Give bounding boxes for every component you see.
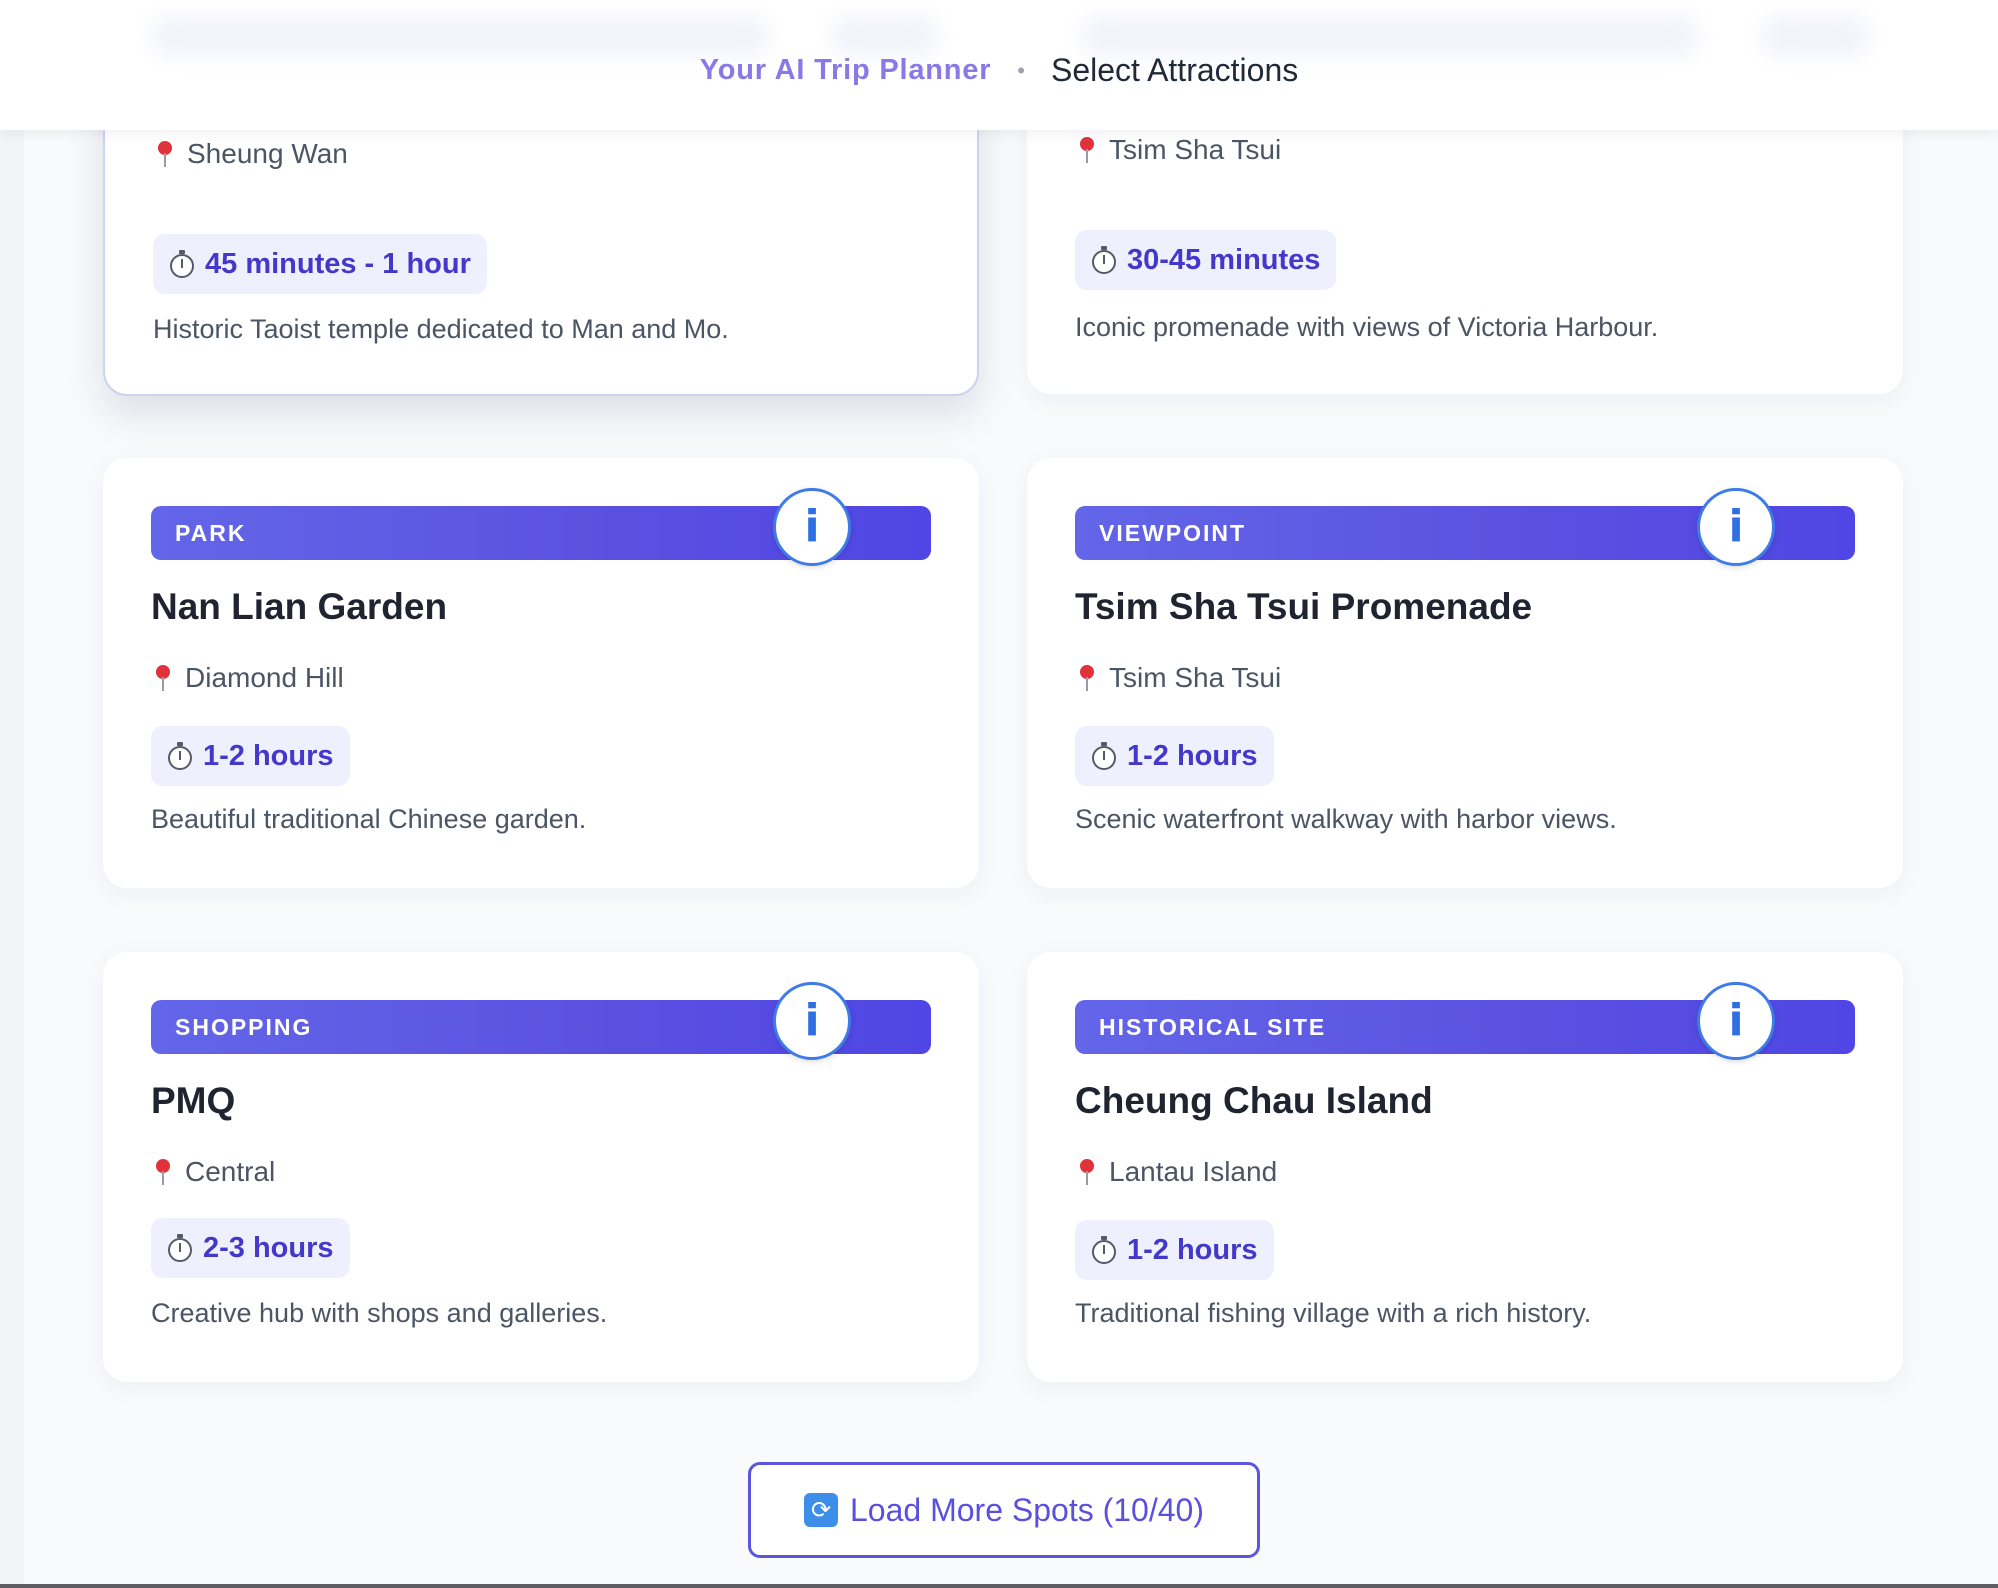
header-blur-decoration <box>1080 16 1700 56</box>
location-row: Tsim Sha Tsui <box>1075 662 1281 694</box>
duration-text: 1-2 hours <box>1127 1233 1258 1266</box>
window-bottom-border <box>0 1584 1998 1588</box>
stopwatch-icon <box>167 1234 193 1262</box>
info-button[interactable]: i <box>1697 488 1775 566</box>
location-pin-icon <box>1075 135 1099 165</box>
location-row: Sheung Wan <box>153 138 348 170</box>
load-more-button[interactable]: ⟳ Load More Spots (10/40) <box>748 1462 1260 1558</box>
stopwatch-icon <box>1091 246 1117 274</box>
duration-badge: 45 minutes - 1 hour <box>153 234 487 294</box>
info-icon: i <box>1728 995 1744 1046</box>
category-bar: HISTORICAL SITE i <box>1075 982 1855 1060</box>
page-title: Select Attractions <box>1051 52 1299 88</box>
duration-badge: 1-2 hours <box>1075 1220 1274 1280</box>
attraction-card[interactable]: VIEWPOINT i Tsim Sha Tsui Promenade Tsim… <box>1027 458 1903 888</box>
category-bar: PARK i <box>151 488 931 566</box>
card-location: Sheung Wan <box>187 138 348 169</box>
category-label: SHOPPING <box>175 1014 313 1040</box>
location-row: Diamond Hill <box>151 662 344 694</box>
top-header: Your AI Trip Planner • Select Attraction… <box>0 0 1998 130</box>
category-bar: SHOPPING i <box>151 982 931 1060</box>
stopwatch-icon <box>1091 742 1117 770</box>
category-bar: VIEWPOINT i <box>1075 488 1855 566</box>
breadcrumb: Your AI Trip Planner • Select Attraction… <box>0 52 1998 89</box>
category-label: HISTORICAL SITE <box>1099 1014 1327 1040</box>
info-icon: i <box>804 995 820 1046</box>
stopwatch-icon <box>167 742 193 770</box>
card-description: Scenic waterfront walkway with harbor vi… <box>1075 804 1617 834</box>
duration-badge: 1-2 hours <box>151 726 350 786</box>
duration-text: 30-45 minutes <box>1127 243 1321 276</box>
category-label: VIEWPOINT <box>1099 520 1247 546</box>
header-blur-decoration <box>1760 16 1870 56</box>
stopwatch-icon <box>169 250 195 278</box>
location-row: Central <box>151 1156 275 1188</box>
card-description: Beautiful traditional Chinese garden. <box>151 804 587 834</box>
location-pin-icon <box>1075 1157 1099 1187</box>
card-description: Creative hub with shops and galleries. <box>151 1298 608 1328</box>
card-title: PMQ <box>151 1080 236 1121</box>
app-name-link[interactable]: Your AI Trip Planner <box>700 54 992 87</box>
location-pin-icon <box>153 139 177 169</box>
info-icon: i <box>1728 501 1744 552</box>
card-description: Historic Taoist temple dedicated to Man … <box>153 314 729 344</box>
card-location: Central <box>185 1156 276 1187</box>
page: Sheung Wan 45 minutes - 1 hour Historic … <box>0 0 1998 1588</box>
duration-badge: 30-45 minutes <box>1075 230 1337 290</box>
info-icon: i <box>804 501 820 552</box>
load-more-label: Load More Spots (10/40) <box>850 1491 1204 1528</box>
card-title: Cheung Chau Island <box>1075 1080 1433 1121</box>
location-row: Tsim Sha Tsui <box>1075 134 1281 166</box>
attraction-card[interactable]: SHOPPING i PMQ Central 2-3 hours Creativ… <box>103 952 979 1382</box>
info-button[interactable]: i <box>773 488 851 566</box>
location-row: Lantau Island <box>1075 1156 1277 1188</box>
card-location: Tsim Sha Tsui <box>1109 134 1282 165</box>
header-blur-decoration <box>830 16 940 56</box>
header-blur-decoration <box>150 16 770 56</box>
stopwatch-icon <box>1091 1236 1117 1264</box>
info-button[interactable]: i <box>773 982 851 1060</box>
duration-badge: 2-3 hours <box>151 1218 350 1278</box>
duration-text: 2-3 hours <box>203 1231 334 1264</box>
location-pin-icon <box>151 1157 175 1187</box>
duration-badge: 1-2 hours <box>1075 726 1274 786</box>
location-pin-icon <box>1075 663 1099 693</box>
duration-text: 1-2 hours <box>1127 739 1258 772</box>
attraction-card[interactable]: PARK i Nan Lian Garden Diamond Hill 1-2 … <box>103 458 979 888</box>
card-title: Nan Lian Garden <box>151 586 448 627</box>
card-description: Iconic promenade with views of Victoria … <box>1075 312 1659 342</box>
attraction-card[interactable]: HISTORICAL SITE i Cheung Chau Island Lan… <box>1027 952 1903 1382</box>
category-label: PARK <box>175 520 247 546</box>
card-location: Tsim Sha Tsui <box>1109 662 1282 693</box>
card-title: Tsim Sha Tsui Promenade <box>1075 586 1533 627</box>
breadcrumb-separator: • <box>1017 57 1025 83</box>
info-button[interactable]: i <box>1697 982 1775 1060</box>
refresh-icon: ⟳ <box>804 1493 838 1527</box>
card-location: Diamond Hill <box>185 662 344 693</box>
card-location: Lantau Island <box>1109 1156 1278 1187</box>
location-pin-icon <box>151 663 175 693</box>
duration-text: 45 minutes - 1 hour <box>205 247 471 280</box>
duration-text: 1-2 hours <box>203 739 334 772</box>
card-description: Traditional fishing village with a rich … <box>1075 1298 1592 1328</box>
